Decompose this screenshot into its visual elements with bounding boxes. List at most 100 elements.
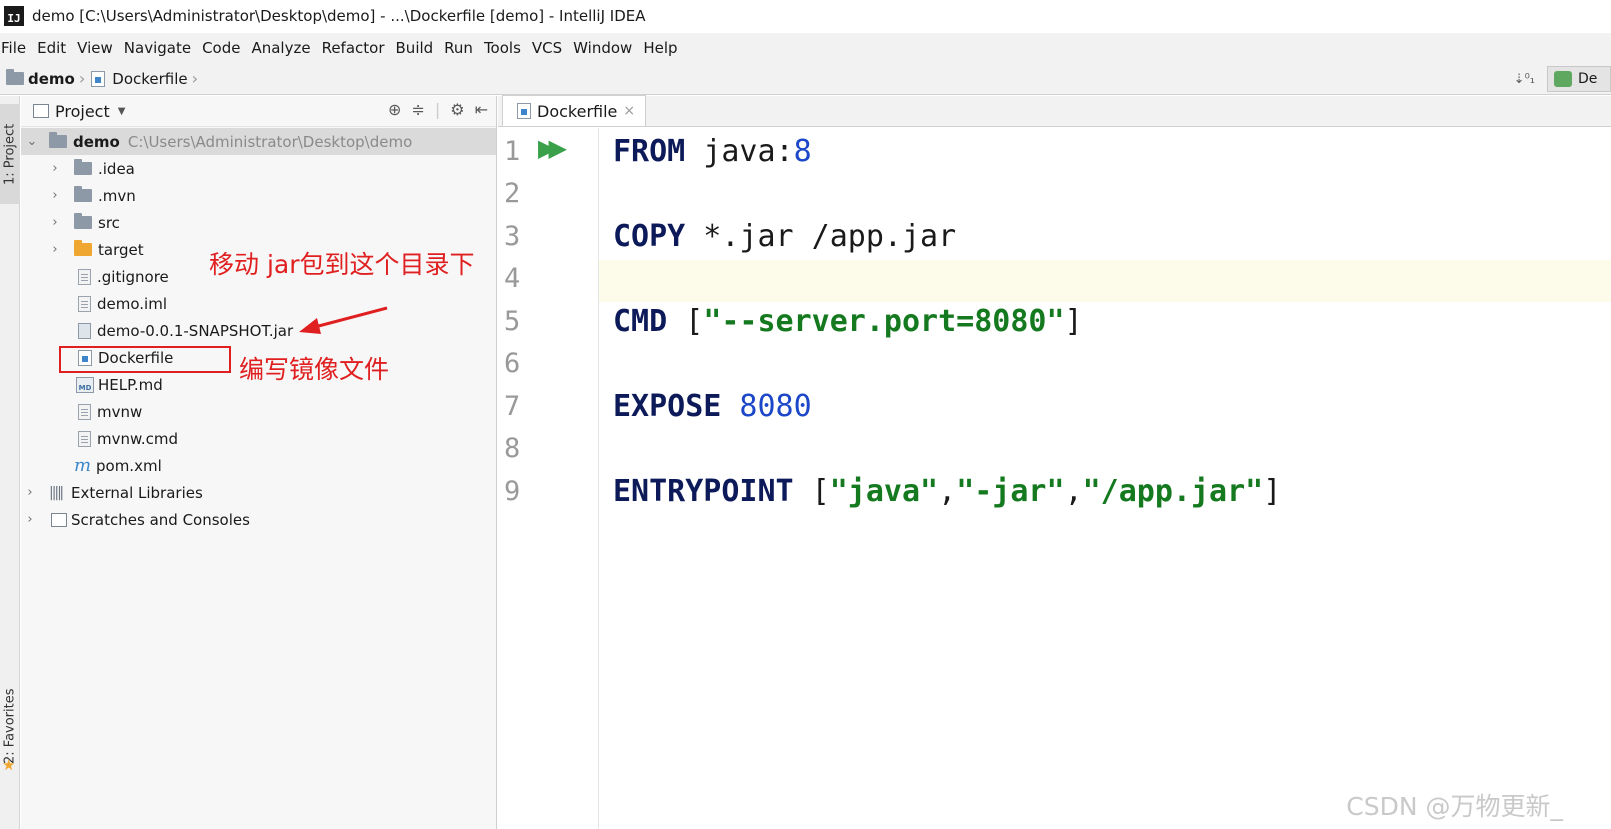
annotation-arrow-icon [299, 306, 388, 334]
code-text: ] [1263, 474, 1282, 509]
tree-item-label: .gitignore [97, 267, 169, 286]
module-folder-icon [49, 132, 67, 148]
folder-orange-icon [74, 240, 92, 256]
tree-item-scratches[interactable]: › Scratches and Consoles [21, 506, 250, 533]
tree-item-external-libraries[interactable]: › |||‖ External Libraries [21, 479, 203, 506]
chevron-down-icon[interactable]: ▼ [118, 106, 126, 117]
menu-run[interactable]: Run [440, 39, 480, 57]
locate-icon[interactable]: ⊕ [388, 100, 401, 119]
watermark: CSDN @万物更新_ [1346, 792, 1563, 821]
tree-item-jar[interactable]: demo-0.0.1-SNAPSHOT.jar [21, 317, 293, 344]
jar-file-icon [78, 322, 91, 339]
tree-item-label: demo.iml [97, 294, 167, 313]
tree-item-pom[interactable]: m pom.xml [21, 452, 162, 479]
tree-item-mvn[interactable]: › .mvn [21, 182, 136, 209]
tree-item-gitignore[interactable]: .gitignore [21, 263, 169, 290]
menu-refactor[interactable]: Refactor [318, 39, 392, 57]
project-tool-tab[interactable]: 1: Project [0, 104, 20, 204]
navbar-actions: ⇣⁰₁ De [1514, 63, 1611, 95]
breadcrumb-demo[interactable]: demo [6, 69, 75, 88]
run-gutter-icon[interactable]: ▶▶ [538, 134, 567, 162]
code-string: "-jar" [956, 474, 1065, 509]
menu-file[interactable]: File [0, 39, 33, 57]
code-line-3[interactable]: COPY *.jar /app.jar [613, 219, 956, 254]
tree-item-label: .idea [98, 159, 135, 178]
current-line-highlight [599, 260, 1611, 302]
tree-item-label: target [98, 240, 144, 259]
breadcrumb-dockerfile[interactable]: Dockerfile [91, 69, 188, 88]
tree-item-mvnw[interactable]: mvnw [21, 398, 142, 425]
chevron-down-icon[interactable]: ⌄ [25, 134, 39, 149]
menu-help[interactable]: Help [639, 39, 684, 57]
markdown-file-icon: MD [76, 376, 94, 393]
chevron-right-icon[interactable]: › [48, 215, 62, 230]
tree-item-demo-iml[interactable]: demo.iml [21, 290, 167, 317]
menu-build[interactable]: Build [392, 39, 441, 57]
menu-edit[interactable]: Edit [33, 39, 73, 57]
menu-window[interactable]: Window [569, 39, 639, 57]
tree-item-target[interactable]: › target [21, 236, 144, 263]
code-line-5[interactable]: CMD ["--server.port=8080"] [613, 304, 1083, 339]
left-tool-strip: 1: Project 2: Favorites ★ [0, 96, 20, 829]
code-text: [ [793, 474, 830, 509]
project-panel: Project ▼ ⊕ ≑ | ⚙ ⇤ ⌄ demo C:\Users\Admi… [21, 96, 497, 829]
project-view-icon [33, 104, 49, 118]
line-number: 6 [504, 348, 521, 379]
code-number: 8080 [721, 389, 812, 424]
code-line-9[interactable]: ENTRYPOINT ["java","-jar","/app.jar"] [613, 474, 1281, 509]
code-line-7[interactable]: EXPOSE 8080 [613, 389, 812, 424]
tree-item-label: mvnw [97, 402, 143, 421]
annotation-write-image: 编写镜像文件 [239, 355, 390, 384]
tree-item-src[interactable]: › src [21, 209, 120, 236]
tree-item-idea[interactable]: › .idea [21, 155, 135, 182]
collapse-all-icon[interactable]: ≑ [411, 100, 424, 119]
text-file-icon [78, 268, 91, 285]
menu-view[interactable]: View [73, 39, 120, 57]
run-configuration-label: De [1578, 71, 1598, 87]
text-file-icon [78, 403, 91, 420]
breadcrumb-separator-icon: › [78, 69, 86, 88]
chevron-right-icon[interactable]: › [48, 188, 62, 203]
chevron-right-icon[interactable]: › [48, 242, 62, 257]
sort-icon[interactable]: ⇣⁰₁ [1514, 72, 1535, 87]
tree-root-path: C:\Users\Administrator\Desktop\demo [127, 132, 413, 151]
dockerfile-icon [517, 103, 531, 119]
menu-code[interactable]: Code [198, 39, 247, 57]
menu-analyze[interactable]: Analyze [247, 39, 317, 57]
project-panel-tools: ⊕ ≑ | ⚙ ⇤ [388, 100, 488, 119]
tab-dockerfile[interactable]: Dockerfile × [502, 95, 647, 126]
chevron-right-icon[interactable]: › [23, 512, 37, 527]
breadcrumb-separator-icon: › [191, 69, 199, 88]
tree-item-label: .mvn [98, 186, 136, 205]
project-panel-title[interactable]: Project [55, 102, 110, 121]
hide-panel-icon[interactable]: ⇤ [475, 100, 488, 119]
code-text: ] [1064, 304, 1083, 339]
chevron-right-icon[interactable]: › [48, 161, 62, 176]
intellij-logo-icon: IJ [4, 5, 24, 26]
menu-vcs[interactable]: VCS [528, 39, 569, 57]
code-string: "/app.jar" [1082, 474, 1264, 509]
menu-tools[interactable]: Tools [480, 39, 528, 57]
navigation-bar: demo › Dockerfile › ⇣⁰₁ De [0, 63, 1611, 95]
code-number: 8 [793, 134, 812, 169]
code-text: *.jar /app.jar [685, 219, 957, 254]
line-number: 5 [504, 306, 521, 337]
code-line-1[interactable]: FROM java:8 [613, 134, 812, 169]
editor-gutter: 1 2 3 4 5 6 7 8 9 ▶▶ [498, 128, 599, 829]
line-number: 1 [504, 136, 521, 167]
code-string: "java" [829, 474, 939, 509]
folder-icon [74, 213, 92, 229]
close-icon[interactable]: × [623, 103, 635, 119]
tree-item-label: External Libraries [71, 483, 203, 502]
tab-dockerfile-label: Dockerfile [537, 101, 618, 121]
breadcrumb-dockerfile-label: Dockerfile [112, 69, 188, 88]
tree-item-mvnw-cmd[interactable]: mvnw.cmd [21, 425, 178, 452]
run-configuration-selector[interactable]: De [1547, 66, 1611, 92]
menu-navigate[interactable]: Navigate [120, 39, 198, 57]
gear-icon[interactable]: ⚙ [450, 100, 464, 119]
divider: | [434, 100, 441, 119]
chevron-right-icon[interactable]: › [23, 485, 37, 500]
tree-item-help-md[interactable]: MD HELP.md [21, 371, 163, 398]
tree-root-demo[interactable]: ⌄ demo C:\Users\Administrator\Desktop\de… [21, 128, 496, 155]
library-icon: |||‖ [49, 484, 64, 501]
